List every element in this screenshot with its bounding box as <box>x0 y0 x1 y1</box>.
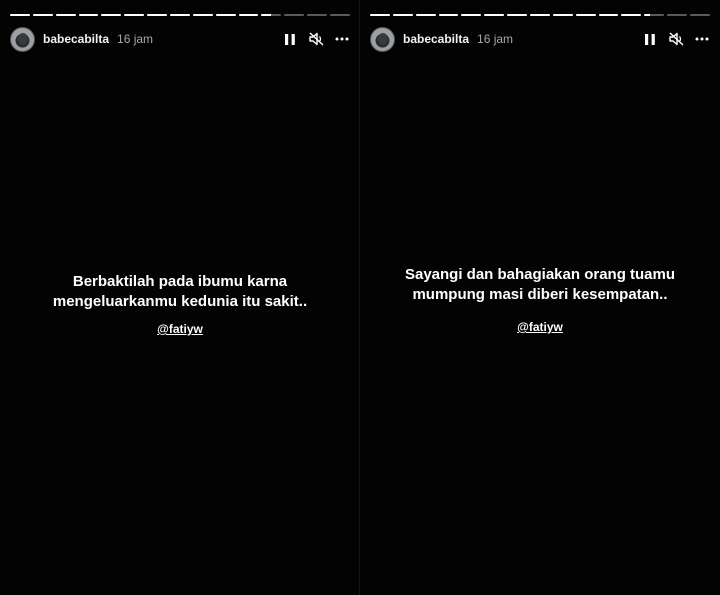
progress-segment <box>147 14 168 16</box>
progress-segment <box>32 14 53 16</box>
progress-segment <box>10 14 30 16</box>
story-progress-bar <box>10 14 350 17</box>
progress-segment <box>78 14 99 16</box>
progress-segment-fill <box>530 14 550 16</box>
progress-segment-fill <box>55 14 76 16</box>
progress-segment <box>438 14 459 16</box>
story-header: babecabilta 16 jam <box>10 26 350 52</box>
progress-segment-fill <box>192 14 213 16</box>
story-caption: Sayangi dan bahagiakan orang tuamu mumpu… <box>360 265 720 305</box>
speaker-muted-icon[interactable] <box>308 31 324 47</box>
speaker-muted-icon[interactable] <box>668 31 684 47</box>
mention-link[interactable]: @fatiyw <box>517 320 563 334</box>
username[interactable]: babecabilta <box>43 32 109 46</box>
mention-tag: @fatiyw <box>0 320 360 338</box>
progress-segment-fill <box>170 14 190 16</box>
progress-segment <box>621 14 642 16</box>
progress-segment-fill <box>415 14 436 16</box>
caption-line: mengeluarkanmu kedunia itu sakit.. <box>52 293 308 310</box>
progress-segment <box>690 14 710 16</box>
caption-line: Sayangi dan bahagiakan orang tuamu <box>404 266 676 283</box>
story-panel-right[interactable]: babecabilta 16 jam Sayangi dan bahagiaka… <box>360 0 720 595</box>
progress-segment <box>124 14 145 16</box>
progress-segment <box>238 14 259 16</box>
story-controls <box>282 31 350 47</box>
progress-segment-fill <box>461 14 482 16</box>
story-panel-left[interactable]: babecabilta 16 jam Berbaktilah pada ibum… <box>0 0 360 595</box>
progress-segment <box>370 14 390 16</box>
caption-line: Berbaktilah pada ibumu karna <box>72 273 288 290</box>
progress-segment <box>392 14 413 16</box>
post-time: 16 jam <box>117 32 154 46</box>
story-caption: Berbaktilah pada ibumu karna mengeluarka… <box>0 272 360 312</box>
progress-segment <box>215 14 236 16</box>
caption-line: mumpung masi diberi kesempatan.. <box>412 286 668 303</box>
progress-segment-fill <box>598 14 619 16</box>
progress-segment <box>507 14 528 16</box>
progress-segment-fill <box>370 14 390 16</box>
progress-segment <box>598 14 619 16</box>
progress-segment-fill <box>10 14 30 16</box>
progress-segment-fill <box>261 14 272 16</box>
progress-segment <box>284 14 305 16</box>
progress-segment-fill <box>78 14 99 16</box>
progress-segment <box>170 14 190 16</box>
progress-segment-fill <box>484 14 505 16</box>
progress-segment <box>530 14 550 16</box>
progress-segment-fill <box>215 14 236 16</box>
progress-segment-fill <box>238 14 259 16</box>
username[interactable]: babecabilta <box>403 32 469 46</box>
progress-segment <box>55 14 76 16</box>
progress-segment-fill <box>438 14 459 16</box>
progress-segment-fill <box>392 14 413 16</box>
post-time: 16 jam <box>477 32 514 46</box>
mention-link[interactable]: @fatiyw <box>157 322 203 336</box>
progress-segment <box>461 14 482 16</box>
more-options-icon[interactable] <box>694 31 710 47</box>
more-options-icon[interactable] <box>334 31 350 47</box>
progress-segment-fill <box>101 14 122 16</box>
progress-segment-fill <box>147 14 168 16</box>
pause-icon[interactable] <box>282 31 298 47</box>
progress-segment <box>101 14 122 16</box>
progress-segment-fill <box>507 14 528 16</box>
story-controls <box>642 31 710 47</box>
progress-segment <box>484 14 505 16</box>
progress-segment <box>552 14 573 16</box>
progress-segment-fill <box>644 14 651 16</box>
progress-segment <box>415 14 436 16</box>
progress-segment-fill <box>552 14 573 16</box>
progress-segment <box>261 14 282 16</box>
story-header: babecabilta 16 jam <box>370 26 710 52</box>
pause-icon[interactable] <box>642 31 658 47</box>
progress-segment <box>667 14 688 16</box>
progress-segment <box>192 14 213 16</box>
mention-tag: @fatiyw <box>360 318 720 336</box>
avatar[interactable] <box>370 26 395 52</box>
progress-segment-fill <box>575 14 596 16</box>
progress-segment <box>575 14 596 16</box>
progress-segment-fill <box>32 14 53 16</box>
story-progress-bar <box>370 14 710 17</box>
avatar[interactable] <box>10 26 35 52</box>
progress-segment <box>307 14 328 16</box>
progress-segment <box>644 14 665 16</box>
progress-segment-fill <box>621 14 642 16</box>
progress-segment <box>330 14 350 16</box>
progress-segment-fill <box>124 14 145 16</box>
